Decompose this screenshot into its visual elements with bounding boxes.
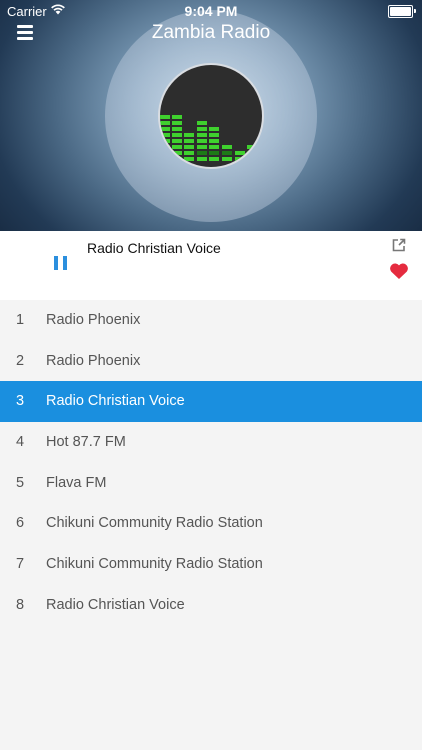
equalizer-icon <box>160 115 257 161</box>
station-name: Radio Phoenix <box>46 352 141 369</box>
station-row[interactable]: 5 Flava FM <box>0 463 422 504</box>
station-row[interactable]: 2 Radio Phoenix <box>0 341 422 382</box>
station-artwork <box>160 65 262 167</box>
status-bar: Carrier 9:04 PM <box>0 0 422 22</box>
app-title: Zambia Radio <box>151 22 271 43</box>
station-name: Chikuni Community Radio Station <box>46 556 263 573</box>
station-row[interactable]: 6 Chikuni Community Radio Station <box>0 503 422 544</box>
header: Carrier 9:04 PM Zambia Radio <box>0 0 422 231</box>
station-name: Hot 87.7 FM <box>46 434 126 451</box>
battery-icon <box>388 5 416 18</box>
station-row[interactable]: 4 Hot 87.7 FM <box>0 422 422 463</box>
station-row[interactable]: 3 Radio Christian Voice <box>0 381 422 423</box>
favorite-heart-icon[interactable] <box>389 262 409 280</box>
clock: 9:04 PM <box>184 3 238 19</box>
station-row[interactable]: 1 Radio Phoenix <box>0 300 422 341</box>
pause-icon <box>54 256 58 270</box>
station-name: Radio Phoenix <box>46 312 141 328</box>
station-number: 5 <box>16 474 25 491</box>
station-name: Radio Christian Voice <box>46 393 185 410</box>
pause-button[interactable] <box>54 256 68 270</box>
station-row[interactable]: 8 Radio Christian Voice <box>0 585 422 626</box>
station-number: 4 <box>16 434 25 451</box>
station-number: 7 <box>16 556 25 573</box>
station-number: 1 <box>16 312 25 328</box>
station-row[interactable]: 7 Chikuni Community Radio Station <box>0 544 422 585</box>
station-number: 2 <box>16 352 25 369</box>
station-number: 6 <box>16 515 25 532</box>
station-name: Chikuni Community Radio Station <box>46 515 263 532</box>
share-button[interactable] <box>392 238 406 252</box>
now-playing-title: Radio Christian Voice <box>87 240 221 256</box>
station-list: 1 Radio Phoenix 2 Radio Phoenix 3 Radio Chris… <box>0 300 422 626</box>
station-number: 8 <box>16 596 25 613</box>
station-name: Flava FM <box>46 474 107 491</box>
station-name: Radio Christian Voice <box>46 596 185 613</box>
station-number: 3 <box>16 393 25 410</box>
